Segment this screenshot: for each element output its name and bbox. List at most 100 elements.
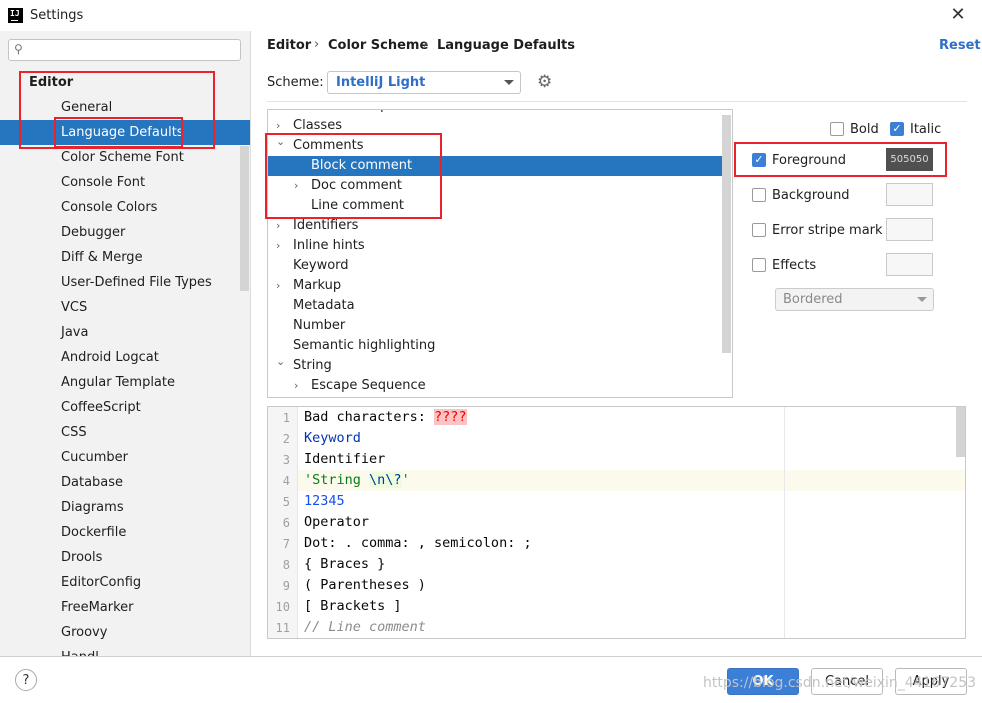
- background-checkbox[interactable]: [752, 188, 766, 202]
- sidebar-item-diff-merge[interactable]: Diff & Merge: [0, 245, 250, 270]
- effects-color-swatch[interactable]: [886, 253, 933, 276]
- line-number: 9: [282, 579, 290, 593]
- line-number: 8: [282, 558, 290, 572]
- sidebar-item-database[interactable]: Database: [0, 470, 250, 495]
- breadcrumb-separator: ›: [423, 37, 429, 52]
- sidebar-item-label: Java: [61, 325, 89, 340]
- chevron-right-icon[interactable]: ›: [276, 276, 280, 296]
- sidebar-item-cucumber[interactable]: Cucumber: [0, 445, 250, 470]
- sidebar-item-label: Database: [61, 475, 124, 490]
- settings-search-input[interactable]: ⚲: [8, 39, 241, 61]
- sidebar-item-label: Handl: [61, 645, 99, 656]
- sidebar-scrollbar[interactable]: [240, 146, 249, 291]
- chevron-right-icon[interactable]: ›: [294, 376, 298, 396]
- preview-line-11: // Line comment: [304, 619, 426, 635]
- sidebar-item-label: FreeMarker: [61, 600, 134, 615]
- line-number: 1: [282, 411, 290, 425]
- tree-item-escape-sequence[interactable]: › Escape Sequence: [268, 376, 723, 396]
- line-number: 11: [275, 621, 290, 635]
- sidebar-item-console-font[interactable]: Console Font: [0, 170, 250, 195]
- search-icon: ⚲: [14, 42, 23, 56]
- effect-type-value: Bordered: [783, 292, 843, 307]
- preview-line-10: [ Brackets ]: [304, 598, 402, 614]
- watermark: https://blog.csdn.net/weixin_44167253: [703, 675, 977, 691]
- tree-scrollbar[interactable]: [722, 115, 731, 353]
- code-preview[interactable]: 1 2 3 4 5 6 7 8 9 10 11 Bad characters: ???? Keywo…: [267, 406, 966, 639]
- bold-checkbox[interactable]: [830, 122, 844, 136]
- help-button[interactable]: ?: [15, 669, 37, 691]
- chevron-down-icon[interactable]: ⌄: [276, 352, 285, 372]
- sidebar-item-console-colors[interactable]: Console Colors: [0, 195, 250, 220]
- gear-icon[interactable]: ⚙: [537, 72, 552, 92]
- italic-label: Italic: [910, 122, 942, 137]
- tree-item-keyword[interactable]: Keyword: [268, 256, 723, 276]
- error-stripe-checkbox[interactable]: [752, 223, 766, 237]
- sidebar-item-editorconfig[interactable]: EditorConfig: [0, 570, 250, 595]
- breadcrumb-editor[interactable]: Editor: [267, 38, 311, 53]
- tree-item-metadata[interactable]: Metadata: [268, 296, 723, 316]
- annotation-box-comments: [265, 133, 442, 219]
- sidebar-item-drools[interactable]: Drools: [0, 545, 250, 570]
- line-number: 6: [282, 516, 290, 530]
- tree-item-label: Braces and Operators: [293, 110, 435, 116]
- tree-item-identifiers[interactable]: › Identifiers: [268, 216, 723, 236]
- chevron-right-icon[interactable]: ›: [276, 216, 280, 236]
- sidebar-item-css[interactable]: CSS: [0, 420, 250, 445]
- italic-checkbox[interactable]: ✓: [890, 122, 904, 136]
- sidebar-item-label: Cucumber: [61, 450, 128, 465]
- bold-label: Bold: [850, 122, 879, 137]
- sidebar-item-groovy[interactable]: Groovy: [0, 620, 250, 645]
- sidebar-item-coffeescript[interactable]: CoffeeScript: [0, 395, 250, 420]
- right-margin-guide: [784, 407, 785, 638]
- preview-scrollbar[interactable]: [956, 407, 965, 457]
- tree-item-string[interactable]: ⌄ String: [268, 355, 723, 376]
- sidebar-item-handl[interactable]: Handl: [0, 645, 250, 656]
- sidebar-item-java[interactable]: Java: [0, 320, 250, 345]
- sidebar-item-label: CoffeeScript: [61, 400, 141, 415]
- scheme-dropdown[interactable]: IntelliJ Light: [327, 71, 521, 94]
- tree-item-label: Keyword: [293, 258, 349, 273]
- line-number: 2: [282, 432, 290, 446]
- background-color-swatch[interactable]: [886, 183, 933, 206]
- preview-line-6: Operator: [304, 514, 370, 530]
- error-stripe-color-swatch[interactable]: [886, 218, 933, 241]
- close-icon[interactable]: ✕: [946, 3, 970, 27]
- annotation-box-foreground: [734, 142, 947, 177]
- sidebar-item-user-defined-file-types[interactable]: User-Defined File Types: [0, 270, 250, 295]
- chevron-right-icon[interactable]: ›: [276, 236, 280, 256]
- sidebar-item-angular-template[interactable]: Angular Template: [0, 370, 250, 395]
- sidebar-item-label: Diff & Merge: [61, 250, 143, 265]
- tree-item-number[interactable]: Number: [268, 316, 723, 336]
- line-number-gutter: 1 2 3 4 5 6 7 8 9 10 11: [268, 407, 298, 638]
- sidebar-item-label: Dockerfile: [61, 525, 127, 540]
- sidebar-item-freemarker[interactable]: FreeMarker: [0, 595, 250, 620]
- breadcrumb-color-scheme[interactable]: Color Scheme: [328, 38, 428, 53]
- preview-line-7: Dot: . comma: , semicolon: ;: [304, 535, 532, 551]
- tree-item-semantic-highlighting[interactable]: Semantic highlighting: [268, 336, 723, 356]
- preview-line-5: 12345: [304, 493, 345, 509]
- tree-item-braces-and-operators[interactable]: › Braces and Operators: [268, 110, 723, 116]
- effects-label: Effects: [772, 258, 817, 273]
- tree-item-inline-hints[interactable]: › Inline hints: [268, 236, 723, 256]
- sidebar-item-label: User-Defined File Types: [61, 275, 212, 290]
- tree-item-markup[interactable]: › Markup: [268, 276, 723, 296]
- title-bar: IJ Settings ✕: [0, 0, 982, 31]
- chevron-right-icon[interactable]: ›: [276, 110, 280, 116]
- tree-item-label: Escape Sequence: [311, 378, 426, 393]
- breadcrumb-language-defaults: Language Defaults: [437, 38, 575, 53]
- sidebar-item-diagrams[interactable]: Diagrams: [0, 495, 250, 520]
- sidebar-item-label: Diagrams: [61, 500, 124, 515]
- tree-item-label: Number: [293, 318, 346, 333]
- effects-checkbox[interactable]: [752, 258, 766, 272]
- sidebar-item-dockerfile[interactable]: Dockerfile: [0, 520, 250, 545]
- effect-type-dropdown[interactable]: Bordered: [775, 288, 934, 311]
- chevron-down-icon: [917, 297, 927, 302]
- window-title: Settings: [30, 8, 84, 23]
- reset-link[interactable]: Reset: [939, 38, 981, 53]
- scheme-value: IntelliJ Light: [336, 75, 426, 90]
- sidebar-item-debugger[interactable]: Debugger: [0, 220, 250, 245]
- sidebar-item-android-logcat[interactable]: Android Logcat: [0, 345, 250, 370]
- sidebar-item-label: Android Logcat: [61, 350, 159, 365]
- sidebar-item-label: EditorConfig: [61, 575, 142, 590]
- sidebar-item-vcs[interactable]: VCS: [0, 295, 250, 320]
